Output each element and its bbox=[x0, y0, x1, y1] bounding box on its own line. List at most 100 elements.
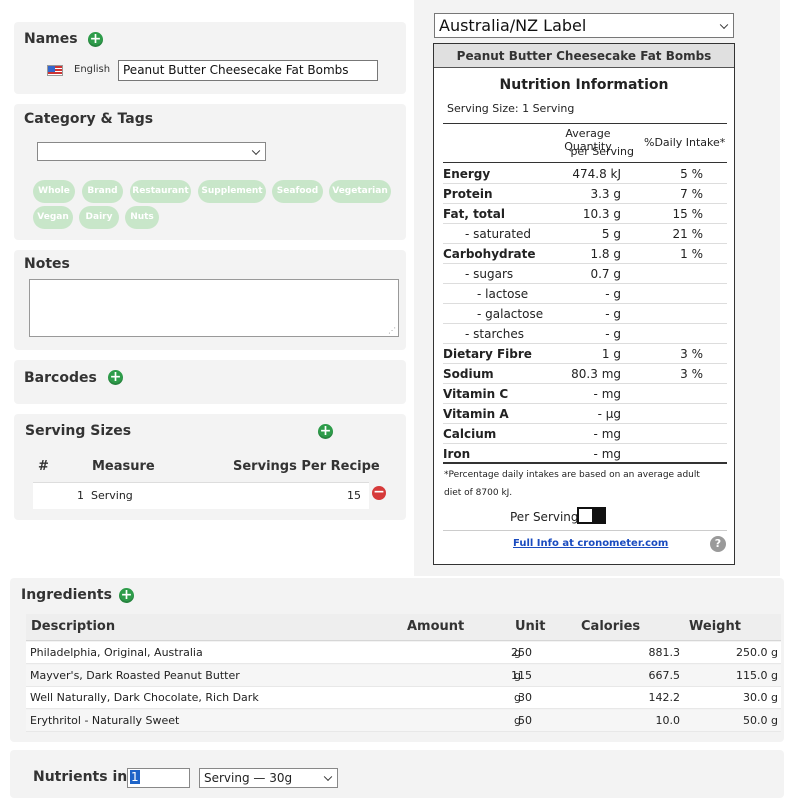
per-serving-label: Per Serving bbox=[510, 510, 579, 524]
serving-sizes-title: Serving Sizes bbox=[25, 423, 132, 439]
nutrient-row: - lactose - g bbox=[443, 284, 727, 304]
nutrients-unit-value: Serving — 30g bbox=[204, 771, 293, 785]
per-serving-toggle[interactable] bbox=[577, 507, 606, 524]
ingredient-description: Mayver's, Dark Roasted Peanut Butter bbox=[30, 668, 240, 682]
names-title: Names bbox=[24, 31, 78, 47]
nutrient-quantity: - µg bbox=[597, 407, 621, 421]
nutrient-daily-intake: 3 % bbox=[680, 367, 703, 381]
nutrients-unit-select[interactable]: Serving — 30g bbox=[199, 768, 338, 788]
category-title: Category & Tags bbox=[24, 111, 154, 127]
nutrient-row: - galactose - g bbox=[443, 304, 727, 324]
ingredients-header-row bbox=[26, 614, 781, 641]
nutrient-quantity: 0.7 g bbox=[590, 267, 621, 281]
nutrition-label: Peanut Butter Cheesecake Fat Bombs Nutri… bbox=[433, 43, 735, 565]
ingredient-description: Well Naturally, Dark Chocolate, Rich Dar… bbox=[30, 691, 259, 704]
notes-title: Notes bbox=[24, 256, 70, 272]
nutrient-daily-intake: 15 % bbox=[672, 207, 704, 221]
serving-row-num: 1 bbox=[77, 489, 84, 502]
serving-row-measure[interactable]: Serving bbox=[91, 489, 133, 502]
serving-row-servings[interactable]: 15 bbox=[347, 489, 361, 502]
nutrient-quantity: 10.3 g bbox=[582, 207, 621, 221]
serving-size-row: 1 Serving 15 bbox=[33, 482, 369, 509]
label-col-avg2: per Serving bbox=[570, 145, 634, 158]
label-footnote-2: diet of 8700 kJ. bbox=[444, 488, 513, 498]
nutrient-quantity: - g bbox=[605, 327, 621, 341]
nutrient-quantity: 1 g bbox=[601, 347, 621, 361]
label-type-select[interactable]: Australia/NZ Label bbox=[434, 13, 734, 38]
nutrient-daily-intake: 7 % bbox=[680, 187, 703, 201]
ingredient-row[interactable]: Mayver's, Dark Roasted Peanut Butter 115 g… bbox=[26, 664, 781, 687]
ingredient-description: Erythritol - Naturally Sweet bbox=[30, 713, 180, 727]
nutrient-daily-intake: 1 % bbox=[680, 247, 703, 261]
nutrient-quantity: 474.8 kJ bbox=[572, 167, 621, 181]
add-name-icon[interactable]: + bbox=[88, 32, 103, 47]
chevron-down-icon bbox=[719, 20, 729, 29]
ingredient-row[interactable]: Well Naturally, Dark Chocolate, Rich Dar… bbox=[26, 687, 781, 709]
ingredient-unit: g bbox=[514, 646, 521, 659]
tag-vegan[interactable]: Vegan bbox=[33, 206, 73, 229]
add-barcode-icon[interactable]: + bbox=[108, 370, 123, 385]
nutrient-name: Protein bbox=[443, 187, 493, 201]
ingredient-row[interactable]: Philadelphia, Original, Australia 250 g 881… bbox=[26, 642, 781, 664]
nutrient-quantity: - g bbox=[605, 287, 621, 301]
tag-nuts[interactable]: Nuts bbox=[125, 206, 159, 229]
tag-seafood[interactable]: Seafood bbox=[272, 180, 323, 203]
label-type-value: Australia/NZ Label bbox=[439, 16, 587, 35]
label-divider bbox=[443, 530, 727, 531]
nutrients-quantity-input[interactable]: 1 bbox=[127, 768, 190, 788]
nutrient-name: Fat, total bbox=[443, 207, 505, 221]
remove-serving-icon[interactable]: − bbox=[372, 485, 386, 500]
add-ingredient-icon[interactable]: + bbox=[119, 588, 134, 603]
ingredient-weight: 50.0 g bbox=[743, 713, 778, 727]
ingredient-description: Philadelphia, Original, Australia bbox=[30, 646, 203, 659]
notes-textarea[interactable]: ⋰ bbox=[29, 279, 399, 337]
nutrient-quantity: - mg bbox=[593, 387, 621, 401]
nutrient-row: Carbohydrate 1.8 g 1 % bbox=[443, 244, 727, 264]
nutrient-quantity: 3.3 g bbox=[590, 187, 621, 201]
add-serving-size-icon[interactable]: + bbox=[318, 424, 333, 439]
ingredient-calories: 667.5 bbox=[648, 668, 681, 682]
names-panel: Names + bbox=[14, 22, 406, 94]
ing-col-unit: Unit bbox=[515, 619, 546, 634]
nutrient-quantity: 5 g bbox=[601, 227, 621, 241]
ingredient-calories: 142.2 bbox=[648, 691, 681, 704]
nutrient-name: Carbohydrate bbox=[443, 247, 536, 261]
barcodes-title: Barcodes bbox=[24, 370, 97, 386]
serving-col-servings: Servings Per Recipe bbox=[233, 459, 380, 474]
full-info-link[interactable]: Full Info at cronometer.com bbox=[513, 538, 668, 549]
tag-restaurant[interactable]: Restaurant bbox=[130, 180, 191, 203]
tag-whole[interactable]: Whole bbox=[33, 180, 75, 203]
chevron-down-icon bbox=[323, 772, 333, 782]
nutrient-name: Vitamin A bbox=[443, 407, 509, 421]
nutrient-name: - starches bbox=[465, 327, 524, 341]
nutrient-row: Iron - mg bbox=[443, 444, 727, 464]
ingredient-row[interactable]: Erythritol - Naturally Sweet 50 g 10.0 50.0 … bbox=[26, 709, 781, 732]
nutrient-row: Vitamin A - µg bbox=[443, 404, 727, 424]
help-icon[interactable]: ? bbox=[710, 536, 726, 552]
barcodes-panel: Barcodes + bbox=[14, 360, 406, 404]
label-col-di: %Daily Intake* bbox=[644, 136, 726, 149]
nutrient-name: Iron bbox=[443, 447, 471, 461]
nutrient-row: Vitamin C - mg bbox=[443, 384, 727, 404]
nutrient-name: Vitamin C bbox=[443, 387, 509, 401]
us-flag-icon bbox=[47, 65, 63, 76]
label-divider bbox=[443, 462, 727, 464]
nutrients-in-label: Nutrients in: bbox=[33, 769, 133, 785]
serving-col-num: # bbox=[38, 459, 49, 474]
nutrient-row: Sodium 80.3 mg 3 % bbox=[443, 364, 727, 384]
tag-supplement[interactable]: Supplement bbox=[198, 180, 266, 203]
ingredient-calories: 881.3 bbox=[648, 646, 681, 659]
label-divider bbox=[443, 123, 727, 124]
chevron-down-icon bbox=[251, 146, 261, 155]
tag-dairy[interactable]: Dairy bbox=[79, 206, 119, 229]
tag-brand[interactable]: Brand bbox=[82, 180, 123, 203]
ing-col-weight: Weight bbox=[689, 619, 741, 634]
nutrient-daily-intake: 3 % bbox=[680, 347, 703, 361]
name-input[interactable]: Peanut Butter Cheesecake Fat Bombs bbox=[118, 60, 378, 81]
resize-handle-icon[interactable]: ⋰ bbox=[388, 326, 396, 335]
nutrient-row: Energy 474.8 kJ 5 % bbox=[443, 164, 727, 184]
tag-vegetarian[interactable]: Vegetarian bbox=[329, 180, 391, 203]
ingredient-unit: g bbox=[514, 668, 521, 682]
serving-col-measure: Measure bbox=[92, 459, 155, 474]
category-select[interactable] bbox=[37, 142, 266, 161]
